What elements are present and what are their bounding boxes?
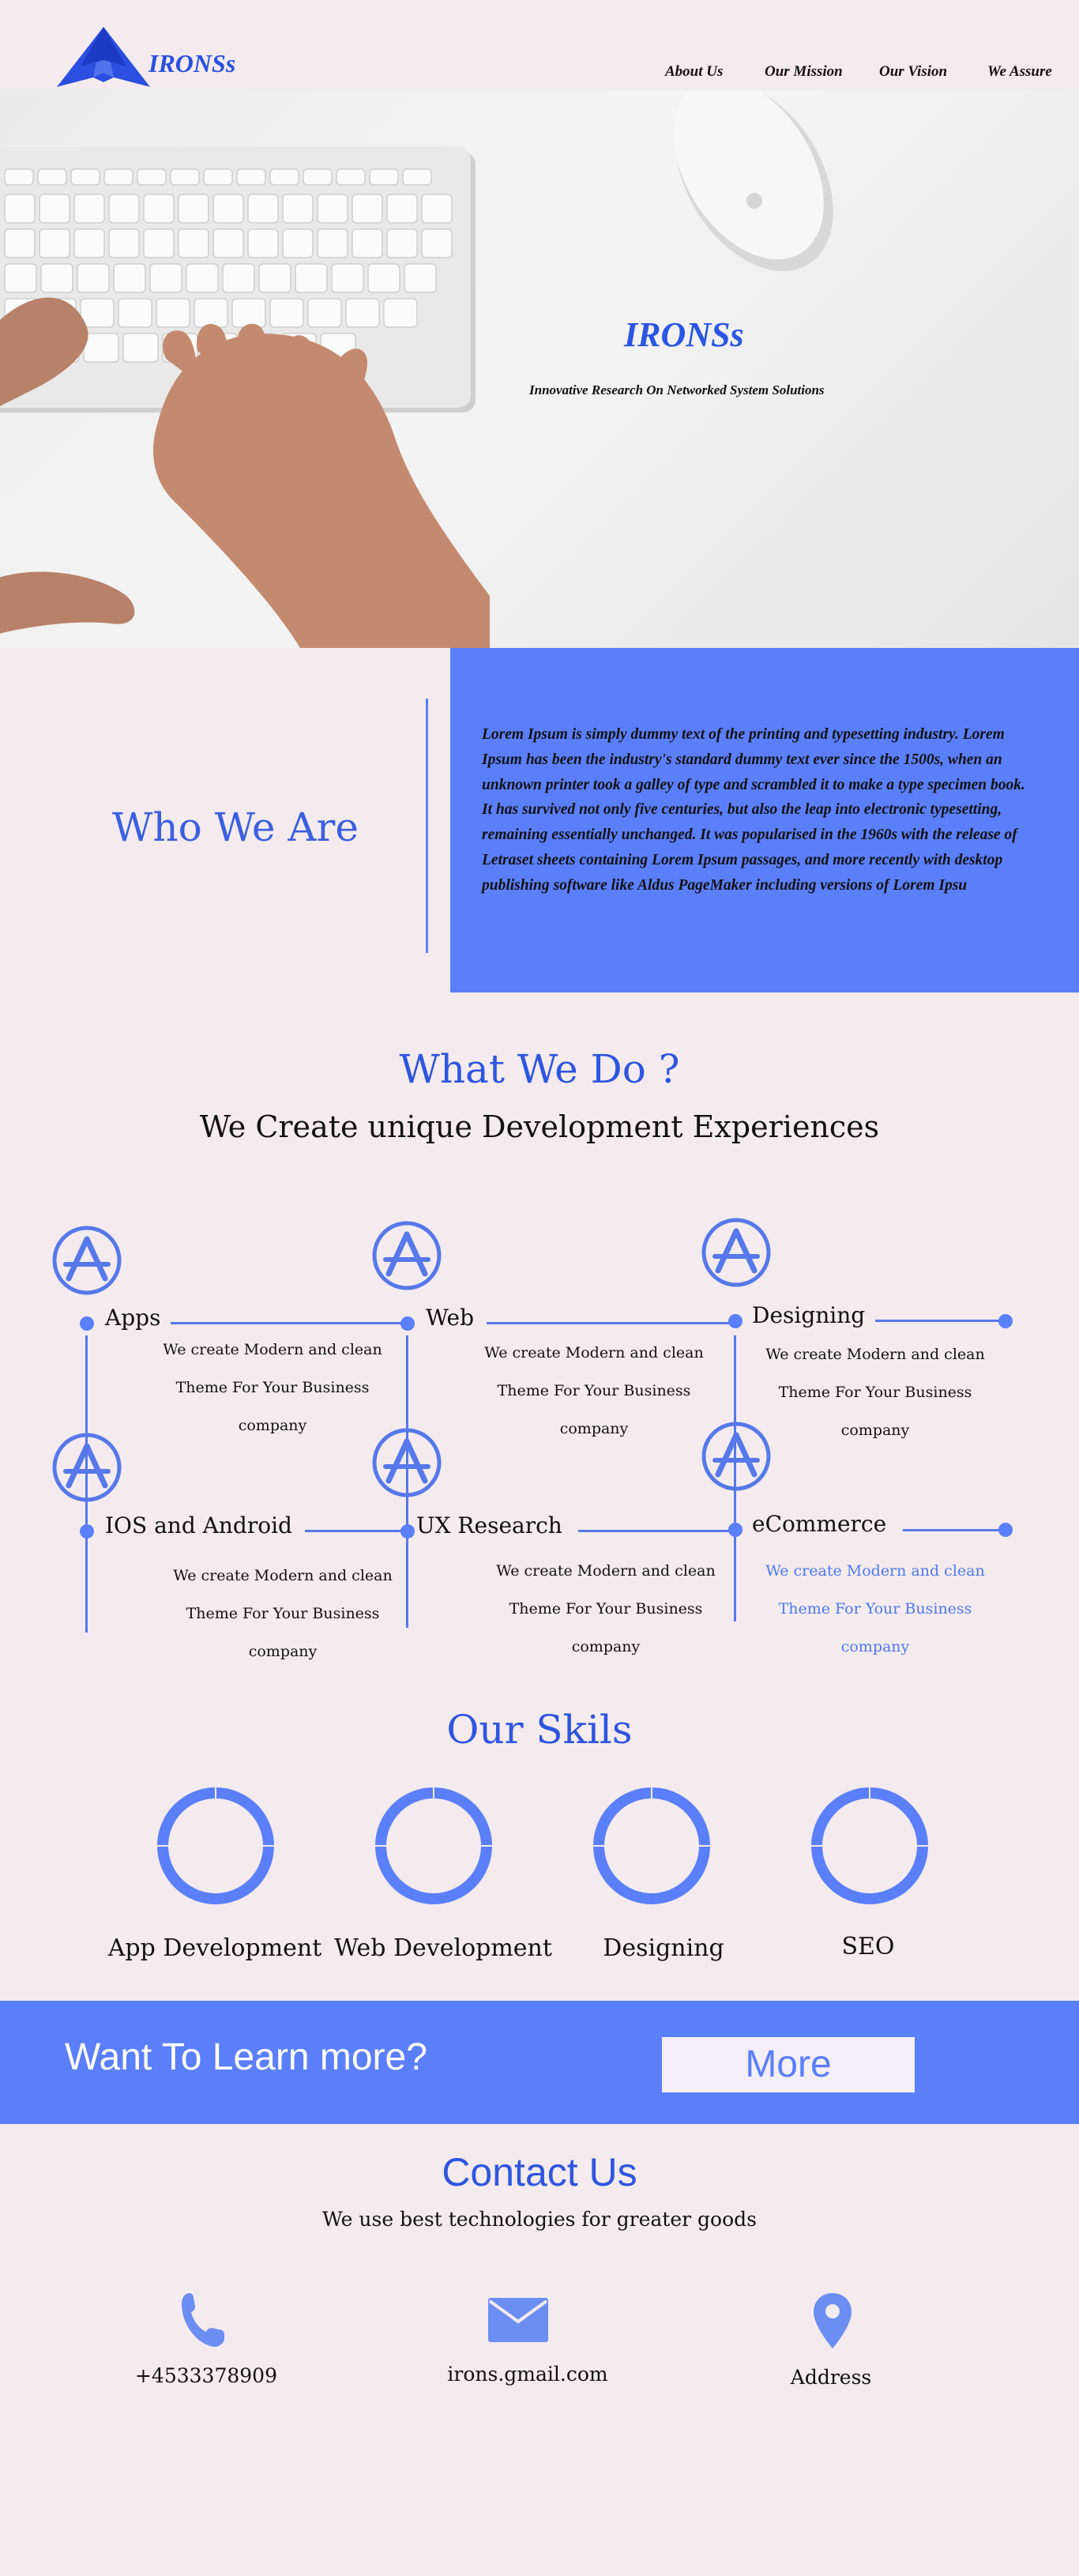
logo-icon[interactable] (57, 27, 150, 89)
service-name-web: Web (426, 1305, 474, 1331)
nav-our-vision[interactable]: Our Vision (879, 63, 947, 81)
email-icon[interactable] (488, 2298, 548, 2342)
nav-our-mission[interactable]: Our Mission (765, 63, 843, 81)
location-pin-icon[interactable] (812, 2292, 853, 2350)
cta-text: Want To Learn more? (65, 2036, 427, 2078)
skill-label-web-development: Web Development (334, 1934, 552, 1962)
hero-title: IRONSs (624, 315, 744, 354)
app-store-icon[interactable] (701, 1421, 772, 1492)
who-we-are-title: Who We Are (112, 804, 359, 850)
service-desc-ux-research: We create Modern and clean Theme For You… (496, 1562, 716, 1655)
nav-we-assure[interactable]: We Assure (987, 63, 1052, 81)
timeline-dot (998, 1523, 1013, 1537)
app-store-icon[interactable] (701, 1217, 772, 1288)
app-store-icon[interactable] (51, 1432, 122, 1503)
contact-email[interactable]: irons.gmail.com (409, 2363, 646, 2386)
timeline-dot (80, 1316, 94, 1331)
timeline-dot (80, 1524, 94, 1538)
timeline-connector (578, 1530, 733, 1532)
service-name-apps: Apps (105, 1305, 161, 1331)
service-name-ios-android: IOS and Android (105, 1512, 292, 1538)
skill-ring (592, 1786, 712, 1906)
timeline-dot (400, 1524, 415, 1538)
timeline-connector (171, 1322, 405, 1324)
service-desc-web: We create Modern and clean Theme For You… (484, 1344, 704, 1437)
contact-title: Contact Us (442, 2150, 637, 2194)
more-button[interactable]: More (662, 2037, 915, 2092)
hero-banner (0, 90, 1079, 648)
timeline-connector (305, 1530, 405, 1532)
contact-phone[interactable]: +4533378909 (88, 2364, 325, 2387)
skill-ring (810, 1786, 930, 1906)
timeline-connector (875, 1320, 1002, 1322)
who-we-are-text: Lorem Ipsum is simply dummy text of the … (482, 726, 1025, 894)
contact-address[interactable]: Address (712, 2366, 949, 2389)
skill-ring (156, 1786, 276, 1906)
brand-name[interactable]: IRONSs (149, 49, 235, 78)
service-desc-designing: We create Modern and clean Theme For You… (765, 1346, 985, 1439)
service-name-designing: Designing (752, 1302, 866, 1328)
app-store-icon[interactable] (371, 1220, 442, 1291)
who-divider (426, 699, 428, 953)
service-name-ecommerce: eCommerce (752, 1511, 887, 1537)
what-we-do-title: What We Do ? (399, 1046, 680, 1092)
what-we-do-subtitle: We Create unique Development Experiences (199, 1109, 880, 1144)
service-desc-apps: We create Modern and clean Theme For You… (163, 1341, 382, 1434)
mouse-illustration (674, 90, 833, 272)
service-desc-ios-android: We create Modern and clean Theme For You… (173, 1567, 393, 1660)
skill-ring (374, 1786, 494, 1906)
timeline-connector (903, 1529, 1002, 1531)
nav-about-us[interactable]: About Us (665, 63, 723, 81)
skills-title: Our Skils (446, 1707, 633, 1753)
timeline-dot (728, 1523, 743, 1537)
contact-subtitle: We use best technologies for greater goo… (322, 2208, 757, 2231)
timeline-dot (998, 1314, 1013, 1328)
service-desc-ecommerce: We create Modern and clean Theme For You… (765, 1562, 985, 1655)
hero-keyboard-image (0, 90, 833, 648)
skill-label-app-development: App Development (107, 1934, 322, 1962)
skill-label-seo: SEO (841, 1933, 895, 1960)
timeline-dot (400, 1316, 415, 1331)
timeline-connector (487, 1322, 733, 1324)
timeline-dot (728, 1314, 743, 1328)
phone-icon[interactable] (179, 2290, 227, 2350)
service-name-ux-research: UX Research (416, 1512, 562, 1538)
hero-subtitle: Innovative Research On Networked System … (529, 382, 825, 397)
app-store-icon[interactable] (51, 1225, 122, 1296)
